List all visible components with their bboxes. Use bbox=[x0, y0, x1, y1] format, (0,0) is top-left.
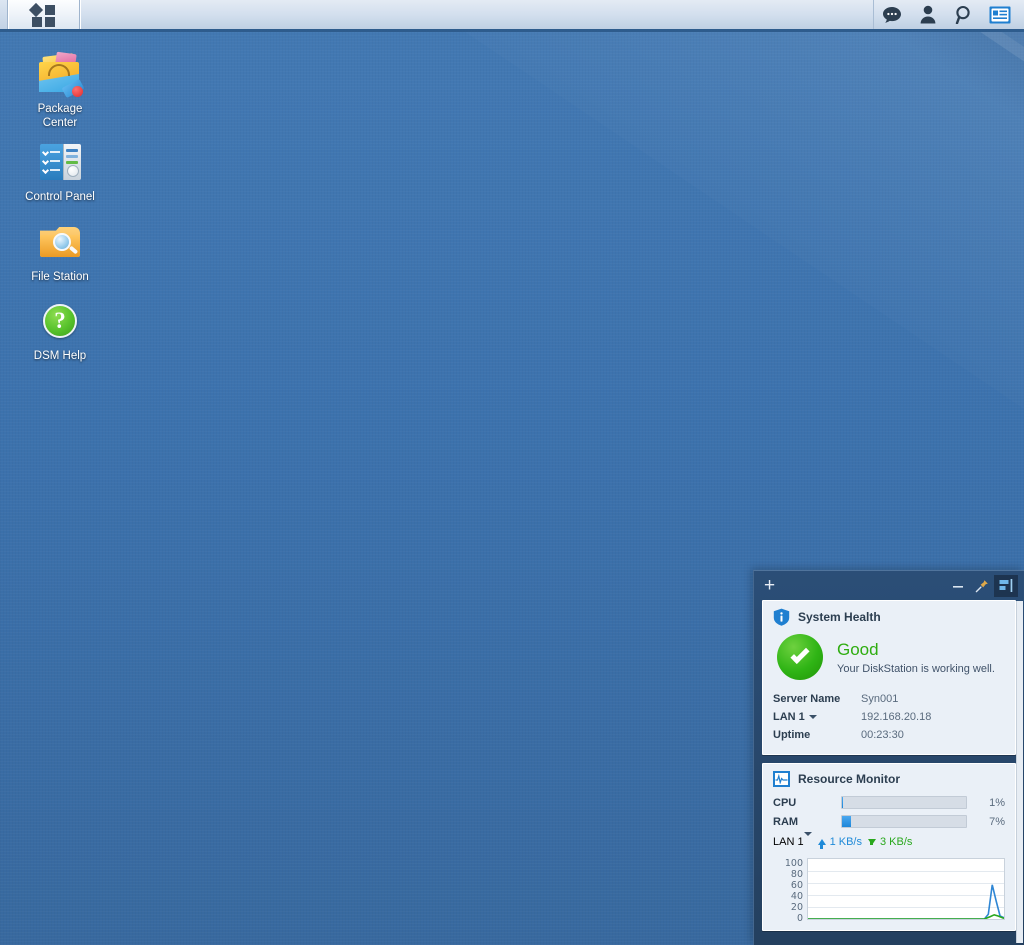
widget-panel: + bbox=[753, 570, 1024, 945]
upload-value: 1 KB/s bbox=[830, 836, 862, 848]
check-circle-icon bbox=[777, 634, 823, 680]
row-value: 192.168.20.18 bbox=[861, 711, 931, 723]
y-tick-label: 40 bbox=[773, 891, 803, 902]
chart-line bbox=[808, 915, 1004, 919]
chart-plot-area bbox=[807, 858, 1005, 920]
row-key-lan[interactable]: LAN 1 bbox=[773, 711, 861, 723]
y-tick-label: 60 bbox=[773, 880, 803, 891]
main-menu-button[interactable] bbox=[8, 0, 80, 29]
y-tick-label: 80 bbox=[773, 869, 803, 880]
ram-progress-bar bbox=[841, 815, 967, 828]
arrow-up-icon bbox=[818, 839, 826, 845]
resource-monitor-title: Resource Monitor bbox=[798, 772, 900, 786]
ram-row: RAM 7% bbox=[773, 812, 1005, 831]
download-rate: 3 KB/s bbox=[868, 836, 912, 848]
chevron-down-icon[interactable] bbox=[809, 715, 817, 719]
health-status-row: Good Your DiskStation is working well. bbox=[773, 632, 1005, 690]
search-icon[interactable] bbox=[946, 0, 982, 30]
resource-monitor-title-row: Resource Monitor bbox=[763, 764, 1015, 793]
chart-series-svg bbox=[808, 859, 1004, 919]
package-center-icon bbox=[36, 50, 84, 98]
cpu-row: CPU 1% bbox=[773, 793, 1005, 812]
dock-right-icon[interactable] bbox=[994, 575, 1018, 597]
waveform-icon bbox=[773, 771, 790, 787]
row-key: Server Name bbox=[773, 693, 861, 705]
desktop-icon-label: Package Center bbox=[38, 103, 83, 130]
info-row-lan1[interactable]: LAN 1 192.168.20.18 bbox=[773, 708, 1005, 726]
cpu-progress-bar bbox=[841, 796, 967, 809]
desktop-icon-control-panel[interactable]: Control Panel bbox=[8, 138, 112, 205]
user-icon[interactable] bbox=[910, 0, 946, 30]
info-shield-icon bbox=[773, 608, 790, 626]
cpu-value: 1% bbox=[967, 797, 1005, 809]
taskbar-app-area bbox=[80, 0, 873, 29]
taskbar bbox=[0, 0, 1024, 32]
network-chart: 100806040200 bbox=[773, 850, 1005, 920]
control-panel-icon bbox=[36, 138, 84, 186]
chart-line bbox=[808, 885, 1004, 919]
resource-monitor-widget: Resource Monitor CPU 1% RAM 7% LAN 1 bbox=[762, 763, 1016, 931]
download-value: 3 KB/s bbox=[880, 836, 912, 848]
info-row-server-name: Server Name Syn001 bbox=[773, 690, 1005, 708]
resource-monitor-body: CPU 1% RAM 7% LAN 1 1 KB/s bbox=[763, 793, 1015, 930]
desktop-icon-package-center[interactable]: Package Center bbox=[8, 50, 112, 130]
cpu-label: CPU bbox=[773, 797, 841, 809]
widget-panel-icon[interactable] bbox=[982, 0, 1018, 30]
network-row: LAN 1 1 KB/s 3 KB/s bbox=[773, 831, 1005, 850]
pin-icon[interactable] bbox=[970, 575, 994, 597]
main-menu-icon bbox=[31, 4, 57, 26]
add-widget-button[interactable]: + bbox=[764, 576, 775, 595]
taskbar-left-edge bbox=[0, 0, 8, 29]
system-health-body: Good Your DiskStation is working well. S… bbox=[763, 632, 1015, 754]
arrow-down-icon bbox=[868, 839, 876, 845]
lan-label: LAN 1 bbox=[773, 836, 804, 848]
desktop-icon-label: DSM Help bbox=[34, 350, 86, 364]
system-health-widget: System Health Good Your DiskStation is w… bbox=[762, 600, 1016, 755]
health-status-text: Good bbox=[837, 640, 995, 660]
minimize-button[interactable] bbox=[946, 575, 970, 597]
y-tick-label: 0 bbox=[773, 913, 803, 924]
desktop-icon-label: Control Panel bbox=[25, 191, 95, 205]
row-key: Uptime bbox=[773, 729, 861, 741]
taskbar-tray bbox=[873, 0, 1024, 29]
file-station-icon bbox=[36, 218, 84, 266]
lan-selector[interactable]: LAN 1 bbox=[773, 836, 812, 848]
row-key: LAN 1 bbox=[773, 711, 805, 723]
upload-rate: 1 KB/s bbox=[818, 836, 862, 848]
row-value: Syn001 bbox=[861, 693, 898, 705]
system-health-title-row: System Health bbox=[763, 601, 1015, 632]
desktop-icon-label: File Station bbox=[31, 271, 89, 285]
ram-label: RAM bbox=[773, 816, 841, 828]
health-status-message: Your DiskStation is working well. bbox=[837, 663, 995, 675]
notifications-icon[interactable] bbox=[874, 0, 910, 30]
chart-y-axis: 100806040200 bbox=[773, 858, 807, 920]
desktop-icon-file-station[interactable]: File Station bbox=[8, 218, 112, 285]
row-value: 00:23:30 bbox=[861, 729, 904, 741]
ram-value: 7% bbox=[967, 816, 1005, 828]
desktop-icon-dsm-help[interactable]: ? DSM Help bbox=[8, 297, 112, 364]
widget-panel-scrollbar[interactable] bbox=[1016, 601, 1023, 943]
chevron-down-icon[interactable] bbox=[804, 832, 812, 848]
widget-panel-header: + bbox=[754, 571, 1024, 600]
system-health-title: System Health bbox=[798, 610, 881, 624]
dsm-help-icon: ? bbox=[36, 297, 84, 345]
y-tick-label: 20 bbox=[773, 902, 803, 913]
y-tick-label: 100 bbox=[773, 858, 803, 869]
info-row-uptime: Uptime 00:23:30 bbox=[773, 726, 1005, 744]
